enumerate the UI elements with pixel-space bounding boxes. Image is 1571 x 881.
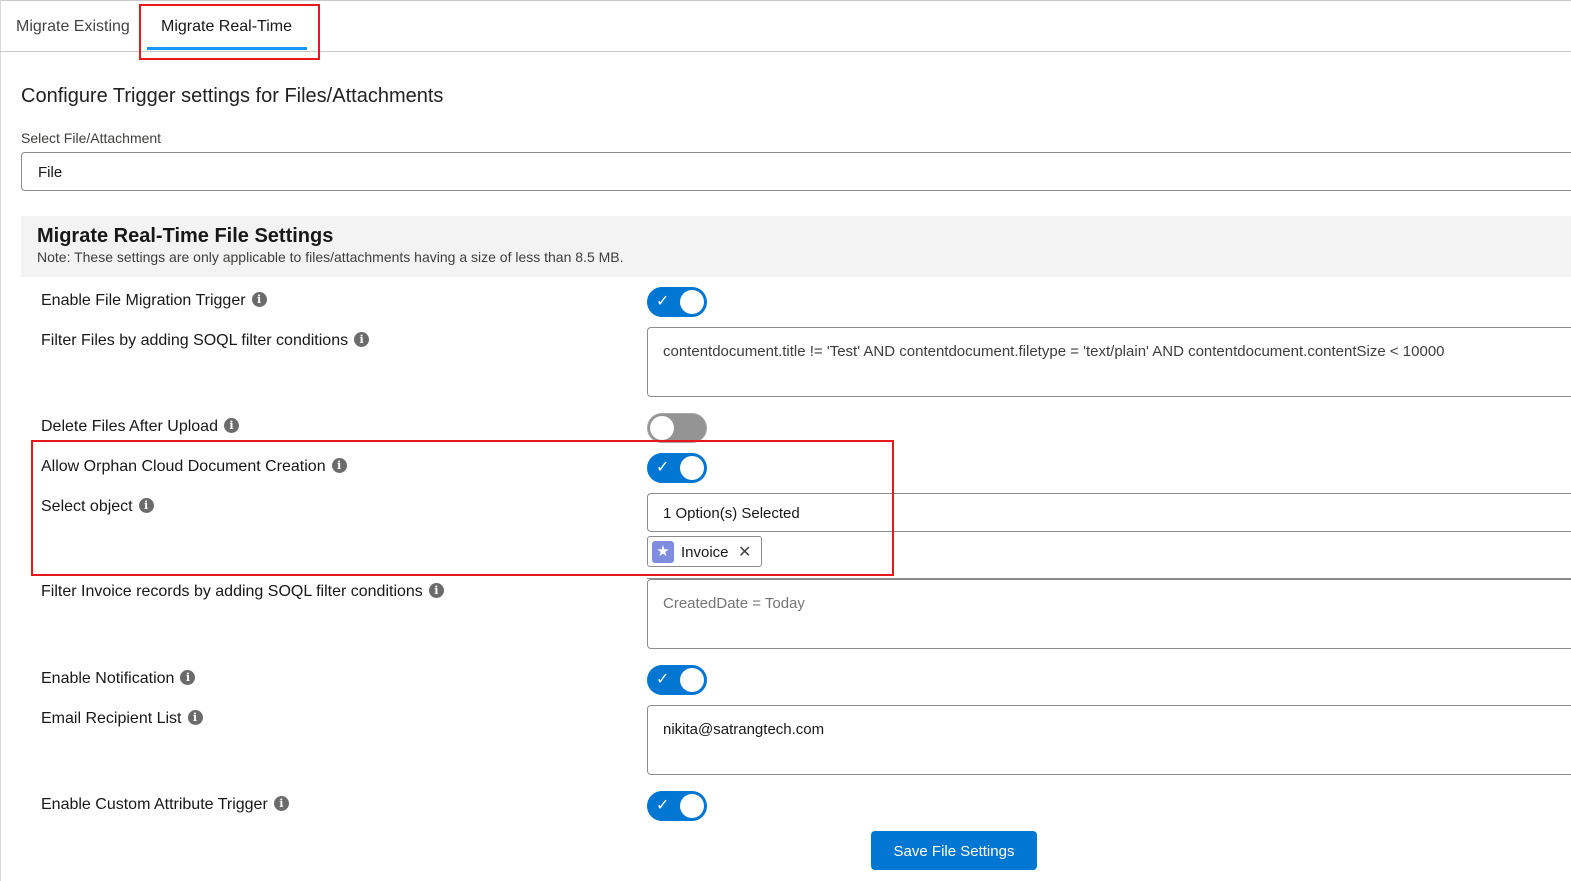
enable-notification-toggle[interactable]: ✓ bbox=[647, 665, 707, 695]
info-icon[interactable]: i bbox=[354, 332, 370, 348]
tab-migrate-existing[interactable]: Migrate Existing bbox=[16, 18, 130, 36]
panel-note: Note: These settings are only applicable… bbox=[37, 249, 624, 265]
info-icon[interactable]: i bbox=[223, 418, 239, 434]
tab-highlight-frame bbox=[139, 4, 320, 60]
select-file-value: File bbox=[38, 164, 63, 181]
toggle-knob bbox=[680, 794, 704, 818]
delete-files-toggle[interactable] bbox=[647, 413, 707, 443]
enable-trigger-toggle[interactable]: ✓ bbox=[647, 287, 707, 317]
enable-trigger-text: Enable File Migration Trigger bbox=[41, 292, 246, 309]
toggle-knob bbox=[680, 290, 704, 314]
check-icon: ✓ bbox=[656, 797, 670, 814]
custom-attr-label: Enable Custom Attribute Trigger i bbox=[41, 796, 289, 814]
delete-files-label: Delete Files After Upload i bbox=[41, 418, 239, 436]
filter-invoice-text: Filter Invoice records by adding SOQL fi… bbox=[41, 583, 423, 600]
info-icon[interactable]: i bbox=[180, 670, 196, 686]
check-icon: ✓ bbox=[656, 293, 670, 310]
settings-panel-header: Migrate Real-Time File Settings Note: Th… bbox=[21, 216, 1571, 277]
filter-files-textarea[interactable]: contentdocument.title != 'Test' AND cont… bbox=[647, 327, 1571, 397]
enable-notification-label: Enable Notification i bbox=[41, 670, 196, 688]
email-list-label: Email Recipient List i bbox=[41, 710, 203, 728]
email-list-textarea[interactable]: nikita@satrangtech.com bbox=[647, 705, 1571, 775]
custom-attr-text: Enable Custom Attribute Trigger bbox=[41, 796, 268, 813]
filter-files-label: Filter Files by adding SOQL filter condi… bbox=[41, 332, 370, 350]
info-icon[interactable]: i bbox=[273, 796, 289, 812]
email-list-text: Email Recipient List bbox=[41, 710, 182, 727]
toggle-knob bbox=[680, 668, 704, 692]
enable-trigger-label: Enable File Migration Trigger i bbox=[41, 292, 267, 310]
panel-title: Migrate Real-Time File Settings bbox=[37, 225, 334, 247]
left-border bbox=[0, 0, 1, 881]
highlight-frame bbox=[31, 440, 894, 576]
custom-attr-toggle[interactable]: ✓ bbox=[647, 791, 707, 821]
info-icon[interactable]: i bbox=[187, 710, 203, 726]
delete-files-text: Delete Files After Upload bbox=[41, 418, 218, 435]
info-icon[interactable]: i bbox=[251, 292, 267, 308]
select-file-dropdown[interactable]: File bbox=[21, 152, 1571, 191]
filter-invoice-label: Filter Invoice records by adding SOQL fi… bbox=[41, 583, 444, 601]
toggle-knob bbox=[650, 416, 674, 440]
save-file-settings-button[interactable]: Save File Settings bbox=[871, 831, 1037, 870]
select-file-label: Select File/Attachment bbox=[21, 130, 162, 146]
check-icon: ✓ bbox=[656, 671, 670, 688]
info-icon[interactable]: i bbox=[428, 583, 444, 599]
page-title: Configure Trigger settings for Files/Att… bbox=[21, 85, 444, 107]
enable-notification-text: Enable Notification bbox=[41, 670, 175, 687]
filter-files-text: Filter Files by adding SOQL filter condi… bbox=[41, 332, 349, 349]
filter-invoice-textarea[interactable]: CreatedDate = Today bbox=[647, 579, 1571, 649]
